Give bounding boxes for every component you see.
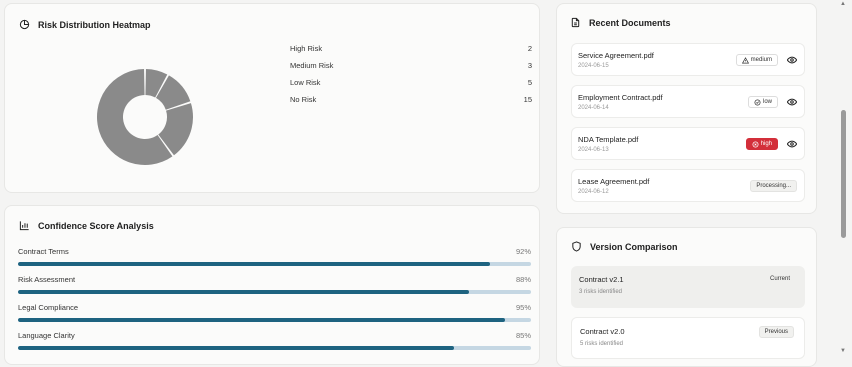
badge-label: medium [750, 57, 772, 63]
document-icon [571, 17, 580, 28]
confidence-bar-fill [18, 318, 506, 322]
version-comparison-header: Version Comparison [571, 241, 678, 252]
recent-documents-header: Recent Documents [570, 17, 671, 28]
shield-icon [572, 241, 581, 252]
risk-distribution-header: Risk Distribution Heatmap [19, 19, 151, 30]
confidence-bar [18, 318, 531, 322]
confidence-row-legal-compliance: Legal Compliance 95% [18, 303, 531, 322]
confidence-row-risk-assessment: Risk Assessment 88% [18, 275, 531, 294]
document-name: NDA Template.pdf [578, 135, 639, 144]
confidence-percent: 92% [515, 247, 531, 256]
document-item-service-agreement[interactable]: Service Agreement.pdf 2024-06-15 medium [571, 43, 805, 76]
risk-legend: High Risk 2 Medium Risk 3 Low Risk 5 No Ris… [290, 44, 532, 112]
document-item-lease-agreement[interactable]: Lease Agreement.pdf 2024-06-12 Processin… [571, 169, 805, 202]
version-tag: Previous [758, 326, 794, 338]
legend-row-low-risk: Low Risk 5 [290, 78, 532, 95]
confidence-score-header: Confidence Score Analysis [19, 220, 154, 231]
legend-label: High Risk [290, 44, 323, 53]
badge-label: low [762, 99, 772, 105]
risk-badge-low: low [747, 96, 778, 108]
confidence-score-title: Confidence Score Analysis [38, 220, 154, 231]
legend-row-no-risk: No Risk 15 [290, 95, 532, 112]
confidence-row-language-clarity: Language Clarity 85% [18, 331, 531, 350]
document-date: 2024-06-14 [578, 105, 609, 111]
risk-donut-chart [97, 69, 193, 165]
document-name: Employment Contract.pdf [578, 93, 663, 102]
version-item-previous[interactable]: Contract v2.0 5 risks identified Previou… [571, 317, 805, 359]
processing-badge: Processing... [750, 180, 797, 192]
legend-value: 3 [527, 61, 532, 70]
legend-value: 15 [523, 95, 532, 104]
legend-value: 2 [527, 44, 532, 53]
confidence-bar [18, 290, 531, 294]
confidence-score-card: Confidence Score Analysis Contract Terms… [4, 205, 540, 365]
recent-documents-card: Recent Documents Service Agreement.pdf 2… [556, 3, 817, 214]
confidence-label: Legal Compliance [18, 303, 79, 312]
bar-chart-icon [19, 221, 29, 231]
legend-row-high-risk: High Risk 2 [290, 44, 532, 61]
pie-chart-icon [19, 19, 30, 30]
version-name: Contract v2.0 [580, 327, 625, 336]
scrollbar-thumb[interactable] [841, 110, 846, 238]
legend-label: Low Risk [290, 78, 321, 87]
confidence-row-contract-terms: Contract Terms 92% [18, 247, 531, 266]
version-name: Contract v2.1 [579, 275, 624, 284]
confidence-bar [18, 346, 531, 350]
document-item-nda-template[interactable]: NDA Template.pdf 2024-06-13 high [571, 127, 805, 160]
warning-triangle-icon [741, 56, 749, 63]
eye-icon[interactable] [787, 56, 797, 64]
version-item-current[interactable]: Contract v2.1 3 risks identified Current [571, 266, 805, 308]
risk-badge-high: high [745, 138, 778, 150]
risk-distribution-title: Risk Distribution Heatmap [38, 19, 151, 30]
confidence-bar [18, 262, 531, 266]
document-item-employment-contract[interactable]: Employment Contract.pdf 2024-06-14 low [571, 85, 805, 118]
eye-icon[interactable] [787, 98, 797, 106]
confidence-bar-fill [18, 262, 490, 266]
version-tag: Current [769, 276, 790, 282]
legend-value: 5 [527, 78, 532, 87]
scroll-up-arrow[interactable]: ▲ [840, 1, 846, 7]
recent-documents-title: Recent Documents [589, 17, 671, 28]
confidence-percent: 95% [515, 303, 531, 312]
legend-label: Medium Risk [290, 61, 334, 70]
document-date: 2024-06-12 [578, 189, 609, 195]
confidence-label: Language Clarity [18, 331, 75, 340]
version-comparison-card: Version Comparison Contract v2.1 3 risks… [556, 227, 817, 367]
version-risk-count: 5 risks identified [580, 341, 624, 347]
x-circle-icon [752, 141, 759, 147]
document-date: 2024-06-15 [578, 63, 609, 69]
legend-row-medium-risk: Medium Risk 3 [290, 61, 532, 78]
confidence-percent: 85% [515, 331, 531, 340]
confidence-bar-fill [18, 346, 455, 350]
confidence-percent: 88% [515, 275, 531, 284]
document-name: Service Agreement.pdf [578, 51, 654, 60]
confidence-bar-fill [18, 290, 470, 294]
badge-label: high [760, 141, 772, 147]
document-name: Lease Agreement.pdf [578, 177, 650, 186]
confidence-label: Contract Terms [18, 247, 69, 256]
eye-icon[interactable] [787, 140, 797, 148]
version-comparison-title: Version Comparison [590, 241, 678, 252]
confidence-label: Risk Assessment [18, 275, 76, 284]
badge-label: Processing... [756, 183, 791, 189]
risk-distribution-card: Risk Distribution Heatmap High Risk 2 Med… [4, 3, 540, 193]
check-circle-icon [754, 99, 761, 105]
risk-badge-medium: medium [735, 54, 778, 66]
legend-label: No Risk [290, 95, 317, 104]
version-risk-count: 3 risks identified [579, 289, 623, 295]
scroll-down-arrow[interactable]: ▼ [840, 348, 846, 354]
document-date: 2024-06-13 [578, 147, 609, 153]
